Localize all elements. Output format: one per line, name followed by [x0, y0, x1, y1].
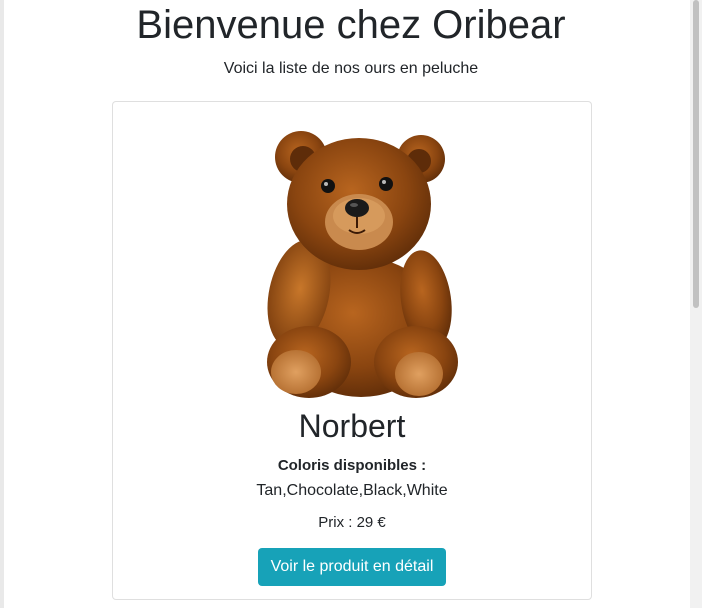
view-product-detail-button[interactable]: Voir le produit en détail	[258, 548, 446, 586]
product-card: Norbert Coloris disponibles : Tan,Chocol…	[112, 101, 592, 600]
colors-heading: Coloris disponibles :	[277, 457, 427, 474]
product-price: Prix : 29 €	[318, 514, 386, 531]
page-title: Bienvenue chez Oribear	[136, 3, 566, 47]
page-subtitle: Voici la liste de nos ours en peluche	[223, 60, 479, 77]
colors-list: Tan,Chocolate,Black,White	[256, 482, 448, 499]
vertical-scrollbar[interactable]	[690, 0, 702, 608]
page: Bienvenue chez Oribear Voici la liste de…	[0, 0, 702, 608]
page-left-edge	[0, 0, 4, 608]
product-name: Norbert	[298, 408, 406, 444]
scrollbar-thumb[interactable]	[693, 0, 699, 308]
teddy-bear-image[interactable]	[251, 122, 465, 402]
